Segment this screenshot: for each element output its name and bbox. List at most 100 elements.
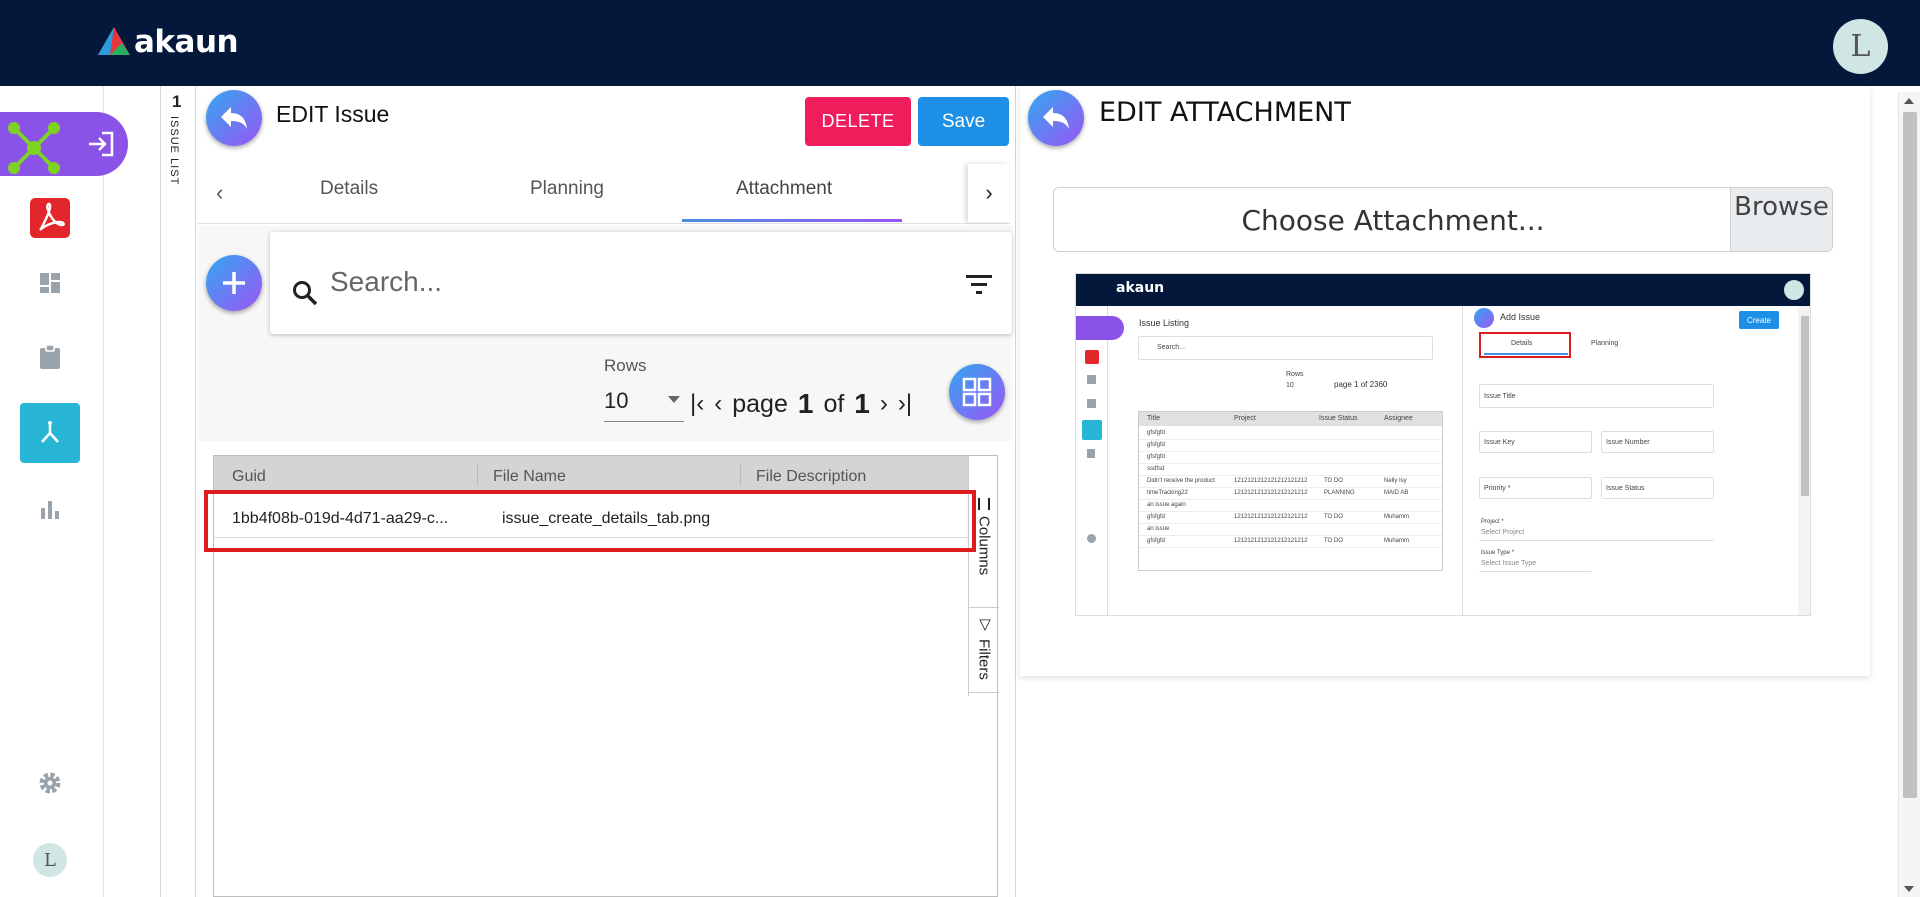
preview-grid-row: an issue again [1139, 500, 1442, 512]
user-avatar[interactable]: L [1833, 19, 1888, 74]
preview-cell-title: Didn't receive the product [1147, 478, 1215, 484]
filter-list-icon[interactable] [966, 274, 992, 296]
preview-grid-header: Title Project Issue Status Assignee [1139, 412, 1442, 426]
column-header-file-name[interactable]: File Name [493, 468, 566, 486]
first-page-icon[interactable]: |‹ [690, 390, 704, 418]
caret-down-icon [668, 396, 680, 403]
preview-cell-status: TO DO [1324, 514, 1343, 520]
preview-grid-row: timeTracking22 1212121212121212121212 PLAN… [1139, 488, 1442, 500]
grid-view-toggle[interactable] [949, 364, 1005, 420]
scroll-down-icon[interactable] [1904, 886, 1914, 892]
sidebar-item-clipboard[interactable] [20, 327, 80, 387]
sidebar-item-acrobat[interactable] [20, 188, 80, 248]
preview-issue-key-field: Issue Key [1479, 431, 1592, 453]
file-picker-label: Choose Attachment... [1241, 204, 1545, 237]
sidebar-user-avatar[interactable]: L [20, 830, 80, 890]
issue-tabs: ‹ Details Planning Attachment › [198, 164, 1010, 224]
preview-acrobat-icon [1085, 350, 1099, 364]
preview-left-title: Issue Listing [1139, 318, 1190, 328]
divider [195, 86, 196, 897]
preview-issue-type-field: Select Issue Type [1479, 558, 1592, 572]
scroll-thumb[interactable] [1903, 112, 1917, 798]
preview-search-card: Search... [1138, 336, 1433, 360]
edit-issue-title: EDIT Issue [276, 101, 390, 127]
preview-grid-row: gfsfgfd 1212121212121212121212 TO DO Muhamm [1139, 536, 1442, 548]
column-header-file-description[interactable]: File Description [756, 468, 866, 486]
preview-divider [1462, 306, 1463, 615]
preview-grid-row: an issue [1139, 524, 1442, 536]
preview-dashboard-icon [1087, 375, 1096, 384]
preview-priority-label: Priority * [1484, 485, 1511, 492]
preview-sidebar [1076, 306, 1124, 615]
issue-list-tab[interactable]: ISSUE LIST [168, 116, 180, 185]
edit-attachment-back-button[interactable] [1028, 90, 1084, 146]
plus-icon [223, 272, 245, 294]
edit-issue-back-button[interactable] [206, 90, 262, 146]
tab-details[interactable]: Details [320, 178, 378, 200]
preview-scroll-thumb [1801, 316, 1809, 496]
preview-apps-icon [1076, 316, 1124, 340]
sidebar-apps-button[interactable] [0, 112, 128, 176]
delete-button[interactable]: DELETE [805, 97, 911, 146]
preview-cell-status: TO DO [1324, 538, 1343, 544]
preview-issue-key-label: Issue Key [1484, 439, 1515, 446]
preview-pager: page 1 of 2360 [1334, 380, 1388, 389]
scroll-up-icon[interactable] [1904, 98, 1914, 104]
preview-grid-row: gfsfgfd [1139, 428, 1442, 440]
preview-cell-assignee: Nelly Isy [1384, 478, 1407, 484]
preview-cell-title: gfsfgfd [1147, 514, 1166, 520]
tabs-next-chevron-icon[interactable]: › [968, 164, 1010, 222]
preview-cell-project: 1212121212121212121212 [1234, 478, 1308, 484]
save-button[interactable]: Save [918, 97, 1009, 146]
preview-cell-project: 1212121212121212121212 [1234, 490, 1308, 496]
preview-project-label: Project * [1481, 519, 1504, 525]
preview-grid-row: gfsfgfd [1139, 452, 1442, 464]
preview-rows-value: 10 [1286, 382, 1294, 389]
preview-project-field: Select Project [1479, 527, 1714, 541]
bar-chart-icon [41, 501, 59, 519]
fork-icon [41, 421, 59, 443]
active-tab-indicator [682, 219, 902, 222]
preview-cell-assignee: Muhamm [1384, 514, 1410, 520]
preview-priority-field: Priority * [1479, 477, 1592, 499]
rows-label: Rows [604, 356, 647, 375]
add-attachment-button[interactable] [206, 255, 262, 311]
preview-grid-row: gfsfgfd [1139, 440, 1442, 452]
preview-issue-title-field: Issue Title [1479, 384, 1714, 408]
brand-name: akaun [134, 24, 239, 60]
prev-page-icon[interactable]: ‹ [714, 390, 722, 418]
file-picker[interactable]: Choose Attachment... Browse [1053, 187, 1833, 252]
filters-panel-tab[interactable]: ▽ Filters [969, 609, 999, 693]
preview-cell-title: an issue again [1147, 502, 1186, 508]
gear-icon [39, 772, 61, 794]
sidebar-item-dashboard[interactable] [20, 253, 80, 313]
preview-cell-title: gfsfgfd [1147, 454, 1166, 460]
brand-logo[interactable]: akaun [96, 24, 239, 60]
clipboard-icon [40, 344, 60, 369]
page-scrollbar[interactable] [1898, 92, 1920, 897]
browse-button[interactable]: Browse [1730, 188, 1832, 251]
preview-issue-type-label: Issue Type * [1481, 550, 1514, 556]
rows-per-page-select[interactable]: 10 [604, 382, 684, 422]
preview-issue-number-field: Issue Number [1601, 431, 1714, 453]
column-separator [477, 464, 478, 486]
filters-label: Filters [975, 639, 993, 680]
preview-col-project: Project [1234, 415, 1256, 422]
login-icon[interactable] [86, 129, 116, 159]
next-page-icon[interactable]: › [880, 390, 888, 418]
preview-col-assignee: Assignee [1384, 415, 1413, 422]
current-page: 1 [797, 388, 814, 419]
tab-planning[interactable]: Planning [530, 178, 604, 200]
preview-cell-status: PLANNING [1324, 490, 1355, 496]
preview-tab-planning: Planning [1591, 340, 1619, 347]
tab-attachment[interactable]: Attachment [736, 178, 832, 200]
sidebar-item-reports[interactable] [20, 479, 80, 539]
column-header-guid[interactable]: Guid [232, 468, 266, 486]
sidebar-item-settings[interactable] [20, 753, 80, 813]
sidebar-item-issues[interactable] [20, 403, 80, 463]
avatar-letter: L [44, 849, 56, 871]
rows-value: 10 [604, 388, 629, 413]
last-page-icon[interactable]: ›| [898, 390, 912, 418]
search-input[interactable] [330, 262, 910, 302]
tabs-prev-chevron-icon[interactable]: ‹ [216, 180, 223, 206]
